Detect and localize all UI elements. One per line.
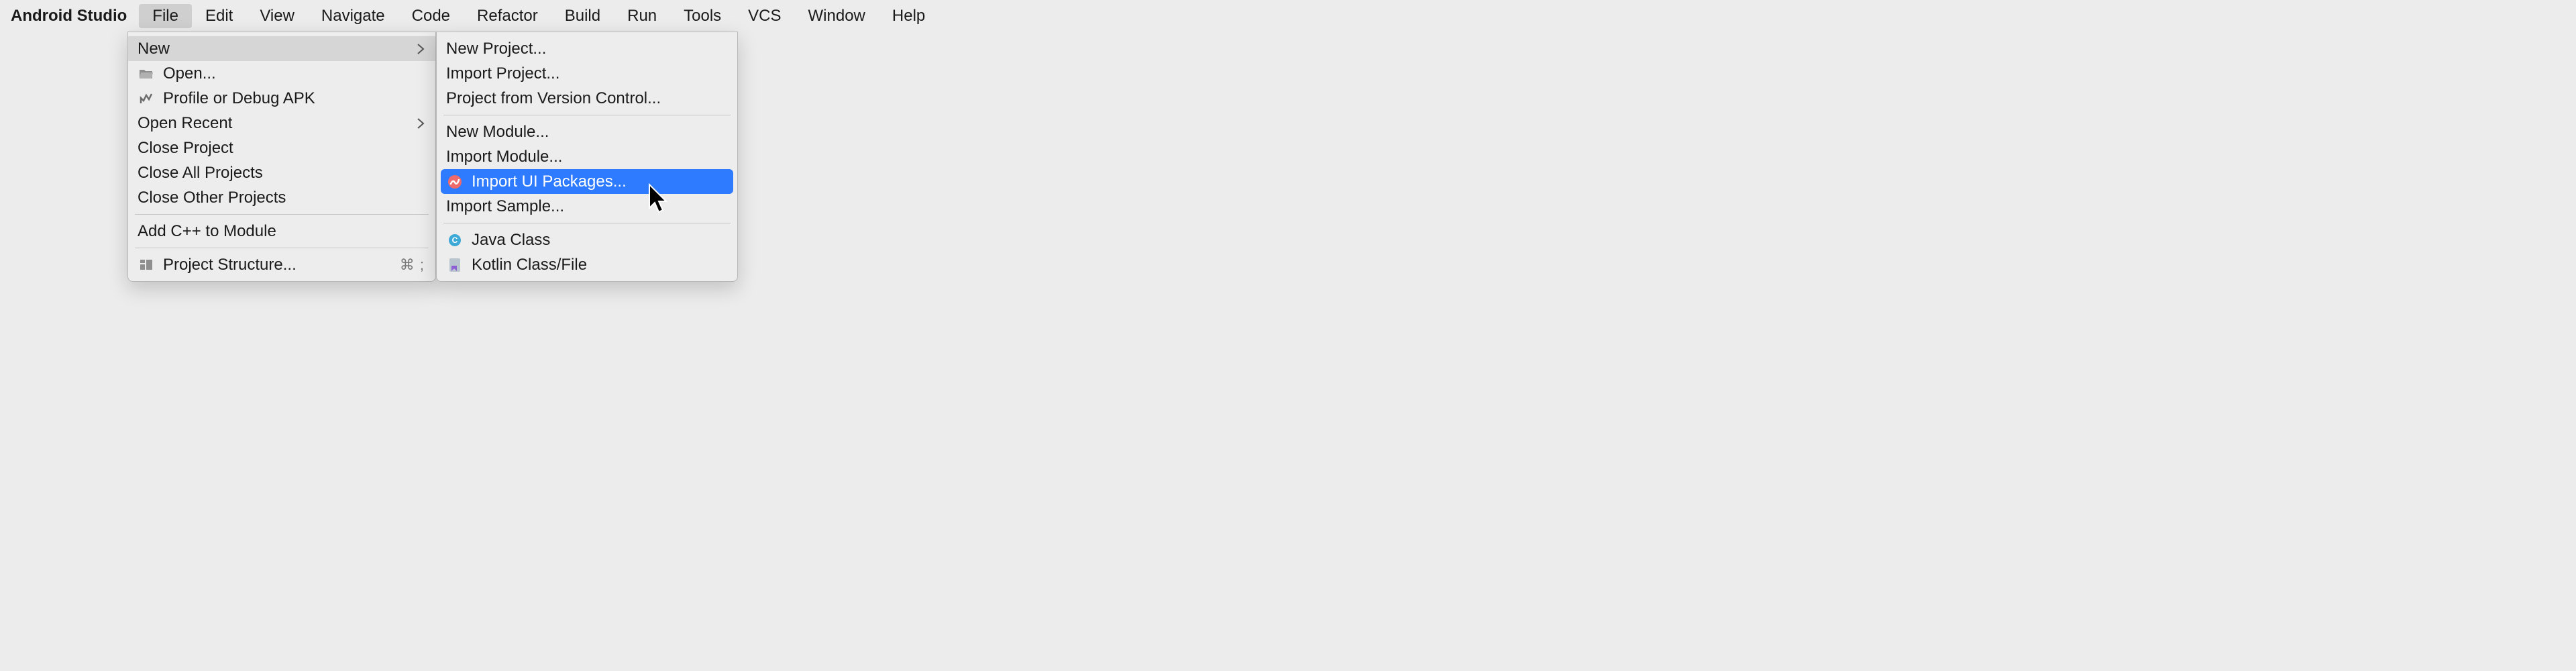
file-dropdown: New Open... Profile or Debug APK Open Re… bbox=[127, 32, 436, 282]
menu-build[interactable]: Build bbox=[551, 4, 614, 28]
new-project[interactable]: New Project... bbox=[437, 36, 737, 61]
menu-label: Java Class bbox=[472, 231, 727, 250]
menu-label: Kotlin Class/File bbox=[472, 256, 727, 274]
menu-file[interactable]: File bbox=[139, 4, 192, 28]
menu-label: Import Sample... bbox=[446, 197, 727, 216]
java-class[interactable]: C Java Class bbox=[437, 227, 737, 252]
menu-code[interactable]: Code bbox=[398, 4, 464, 28]
menu-edit[interactable]: Edit bbox=[192, 4, 246, 28]
menu-view[interactable]: View bbox=[246, 4, 308, 28]
menu-label: Close Project bbox=[138, 139, 425, 158]
import-sample[interactable]: Import Sample... bbox=[437, 194, 737, 219]
folder-open-icon bbox=[138, 68, 155, 80]
file-add-cpp[interactable]: Add C++ to Module bbox=[128, 219, 435, 244]
file-open[interactable]: Open... bbox=[128, 61, 435, 86]
profile-icon bbox=[138, 93, 155, 105]
file-close-all[interactable]: Close All Projects bbox=[128, 160, 435, 185]
menu-vcs[interactable]: VCS bbox=[735, 4, 794, 28]
app-title: Android Studio bbox=[5, 7, 139, 25]
java-class-icon: C bbox=[446, 234, 464, 247]
menu-label: Add C++ to Module bbox=[138, 222, 425, 241]
menu-run[interactable]: Run bbox=[614, 4, 670, 28]
kotlin-class[interactable]: Kotlin Class/File bbox=[437, 252, 737, 277]
menubar: Android Studio File Edit View Navigate C… bbox=[0, 0, 2576, 32]
menu-label: Profile or Debug APK bbox=[163, 89, 425, 108]
kotlin-file-icon bbox=[446, 258, 464, 272]
menu-label: New Project... bbox=[446, 40, 727, 58]
menu-window[interactable]: Window bbox=[795, 4, 879, 28]
chevron-right-icon bbox=[417, 44, 425, 54]
file-profile-debug[interactable]: Profile or Debug APK bbox=[128, 86, 435, 111]
keyboard-shortcut: ⌘ ; bbox=[400, 256, 425, 274]
menu-help[interactable]: Help bbox=[879, 4, 938, 28]
chevron-right-icon bbox=[417, 118, 425, 129]
menu-label: Open... bbox=[163, 64, 425, 83]
file-new[interactable]: New bbox=[128, 36, 435, 61]
file-project-structure[interactable]: Project Structure... ⌘ ; bbox=[128, 252, 435, 277]
project-from-vcs[interactable]: Project from Version Control... bbox=[437, 86, 737, 111]
menu-label: Import UI Packages... bbox=[472, 172, 722, 191]
file-close-project[interactable]: Close Project bbox=[128, 136, 435, 160]
file-close-other[interactable]: Close Other Projects bbox=[128, 185, 435, 210]
file-open-recent[interactable]: Open Recent bbox=[128, 111, 435, 136]
menu-label: Import Project... bbox=[446, 64, 727, 83]
import-ui-packages[interactable]: Import UI Packages... bbox=[441, 169, 733, 194]
menu-refactor[interactable]: Refactor bbox=[464, 4, 551, 28]
menu-tools[interactable]: Tools bbox=[670, 4, 735, 28]
project-structure-icon bbox=[138, 259, 155, 271]
menu-label: New Module... bbox=[446, 123, 727, 142]
menu-label: Close Other Projects bbox=[138, 189, 425, 207]
menu-label: Open Recent bbox=[138, 114, 409, 133]
separator bbox=[135, 214, 429, 215]
import-module[interactable]: Import Module... bbox=[437, 144, 737, 169]
import-project[interactable]: Import Project... bbox=[437, 61, 737, 86]
menu-label: Project Structure... bbox=[163, 256, 392, 274]
menu-label: New bbox=[138, 40, 409, 58]
new-module[interactable]: New Module... bbox=[437, 119, 737, 144]
menu-label: Import Module... bbox=[446, 148, 727, 166]
menu-navigate[interactable]: Navigate bbox=[308, 4, 398, 28]
menu-label: Project from Version Control... bbox=[446, 89, 727, 108]
relay-icon bbox=[446, 174, 464, 189]
svg-text:C: C bbox=[452, 236, 458, 245]
menu-label: Close All Projects bbox=[138, 164, 425, 183]
new-submenu: New Project... Import Project... Project… bbox=[436, 32, 738, 282]
